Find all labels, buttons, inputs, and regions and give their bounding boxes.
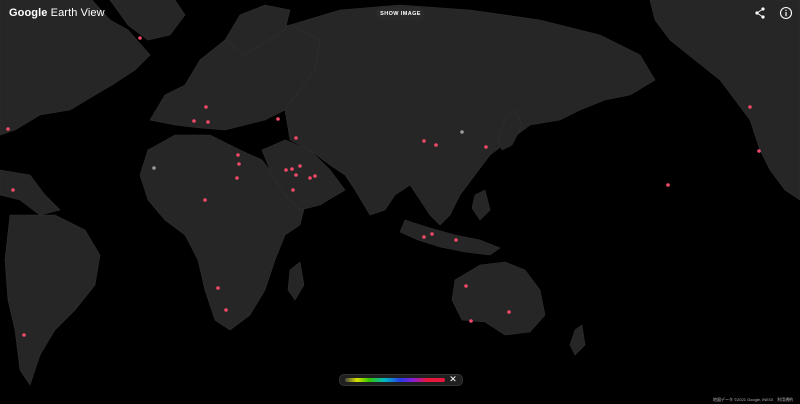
central-america: [0, 169, 61, 216]
color-gradient: [345, 378, 445, 382]
world-map[interactable]: [0, 0, 800, 404]
map-marker[interactable]: [11, 188, 15, 192]
map-marker[interactable]: [204, 105, 208, 109]
info-button[interactable]: [779, 6, 793, 20]
map-marker[interactable]: [236, 153, 240, 157]
map-marker[interactable]: [290, 167, 294, 171]
map-marker[interactable]: [434, 143, 438, 147]
map-marker[interactable]: [757, 149, 761, 153]
map-marker[interactable]: [469, 319, 473, 323]
map-marker[interactable]: [6, 127, 10, 131]
map-marker[interactable]: [276, 117, 280, 121]
philippines: [471, 189, 491, 221]
logo-product: Earth View: [50, 7, 105, 19]
close-icon[interactable]: ✕: [448, 373, 458, 385]
map-marker[interactable]: [308, 176, 312, 180]
map-marker[interactable]: [422, 235, 426, 239]
map-marker[interactable]: [484, 145, 488, 149]
map-marker[interactable]: [666, 183, 670, 187]
map-marker[interactable]: [224, 308, 228, 312]
share-icon: [755, 7, 765, 19]
madagascar: [287, 261, 305, 301]
share-button[interactable]: [753, 6, 767, 20]
map-marker[interactable]: [748, 105, 752, 109]
map-marker[interactable]: [203, 198, 207, 202]
map-marker[interactable]: [216, 286, 220, 290]
map-marker[interactable]: [298, 164, 302, 168]
map-marker[interactable]: [291, 188, 295, 192]
logo-google: Google: [9, 7, 48, 19]
south-america: [4, 214, 101, 386]
top-bar: Google Earth View SHOW IMAGE: [0, 0, 800, 28]
map-marker[interactable]: [464, 284, 468, 288]
map-marker[interactable]: [294, 173, 298, 177]
show-image-button[interactable]: SHOW IMAGE: [376, 7, 425, 20]
new-zealand: [569, 324, 586, 356]
map-marker[interactable]: [284, 168, 288, 172]
australia: [451, 261, 546, 336]
map-marker[interactable]: [422, 139, 426, 143]
map-marker[interactable]: [152, 166, 156, 170]
app-logo[interactable]: Google Earth View: [9, 7, 105, 19]
map-marker[interactable]: [460, 130, 464, 134]
map-marker[interactable]: [192, 119, 196, 123]
map-marker[interactable]: [235, 176, 239, 180]
info-icon: [779, 6, 793, 20]
map-marker[interactable]: [206, 120, 210, 124]
map-marker[interactable]: [454, 238, 458, 242]
map-marker[interactable]: [313, 174, 317, 178]
map-marker[interactable]: [22, 333, 26, 337]
map-marker[interactable]: [237, 162, 241, 166]
map-marker[interactable]: [138, 36, 142, 40]
map-marker[interactable]: [507, 310, 511, 314]
legend-bar: ✕: [339, 374, 463, 386]
map-marker[interactable]: [294, 136, 298, 140]
map-marker[interactable]: [430, 232, 434, 236]
map-copyright: 地図データ ©2021 Google, INEGI 利用規約: [713, 397, 794, 402]
north-america-east: [649, 0, 800, 201]
indonesia: [399, 219, 501, 256]
